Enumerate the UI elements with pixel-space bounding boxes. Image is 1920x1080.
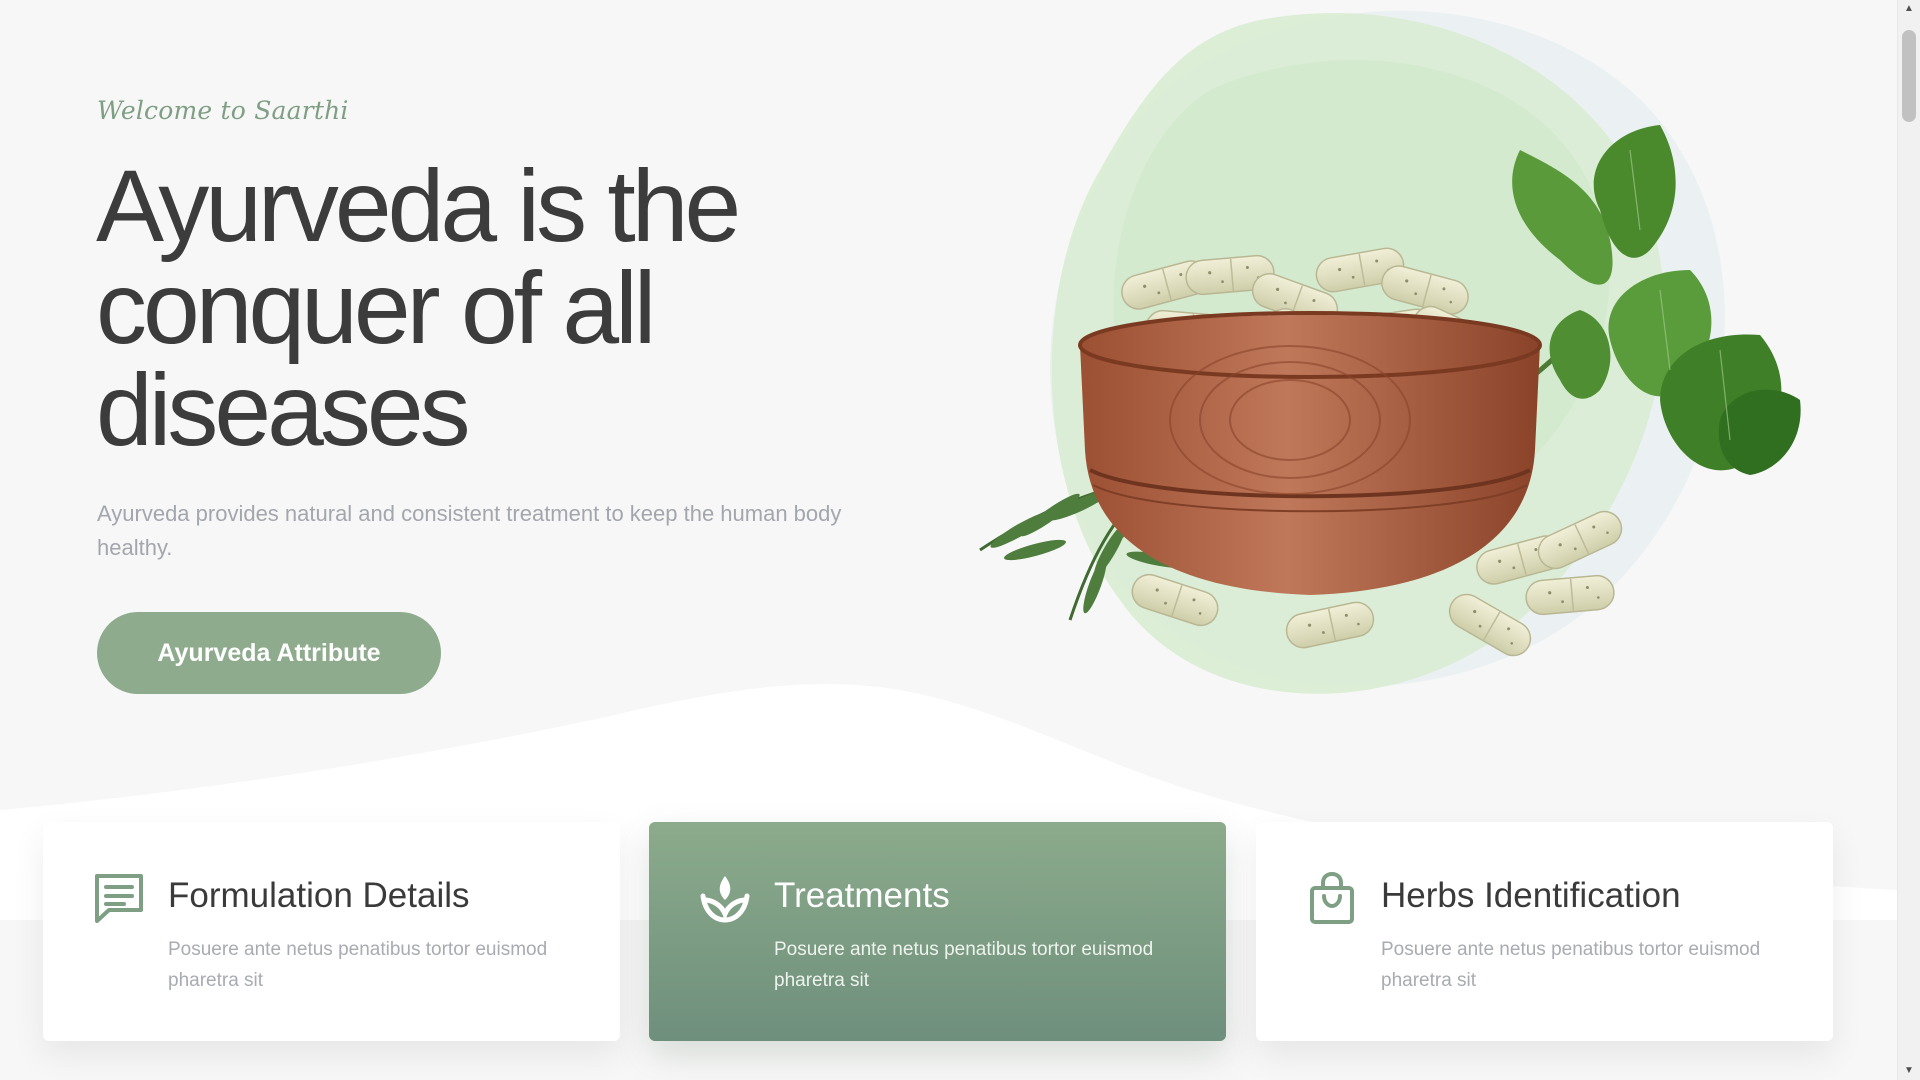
hero-illustration [979,10,1801,694]
scrollbar-thumb[interactable] [1902,30,1916,122]
welcome-tagline: Welcome to Saarthi [97,96,349,125]
shopping-bag-icon [1310,871,1354,924]
scroll-down-arrow-icon[interactable]: ▼ [1898,1062,1920,1080]
wooden-bowl [1078,311,1542,595]
card-description: Posuere ante netus penatibus tortor euis… [774,939,1154,991]
vertical-scrollbar[interactable]: ▲ ▼ [1897,0,1920,1080]
feature-card-formulation[interactable]: Formulation Details Posuere ante netus p… [43,822,620,1041]
card-description: Posuere ante netus penatibus tortor euis… [168,939,548,991]
lotus-icon [700,876,750,923]
page: Welcome to Saarthi Ayurveda is the conqu… [0,0,1898,1080]
card-description: Posuere ante netus penatibus tortor euis… [1381,939,1761,991]
hero-subtitle: Ayurveda provides natural and consistent… [97,501,842,560]
feature-card-herbs[interactable]: Herbs Identification Posuere ante netus … [1256,822,1833,1041]
feature-card-treatments[interactable]: Treatments Posuere ante netus penatibus … [649,822,1226,1041]
message-icon [95,874,143,923]
card-title: Formulation Details [168,876,470,915]
card-title: Treatments [774,876,950,915]
card-title: Herbs Identification [1381,876,1681,915]
scroll-up-arrow-icon[interactable]: ▲ [1898,0,1920,18]
hero-headline: Ayurveda is the conquer of all diseases [96,149,741,467]
